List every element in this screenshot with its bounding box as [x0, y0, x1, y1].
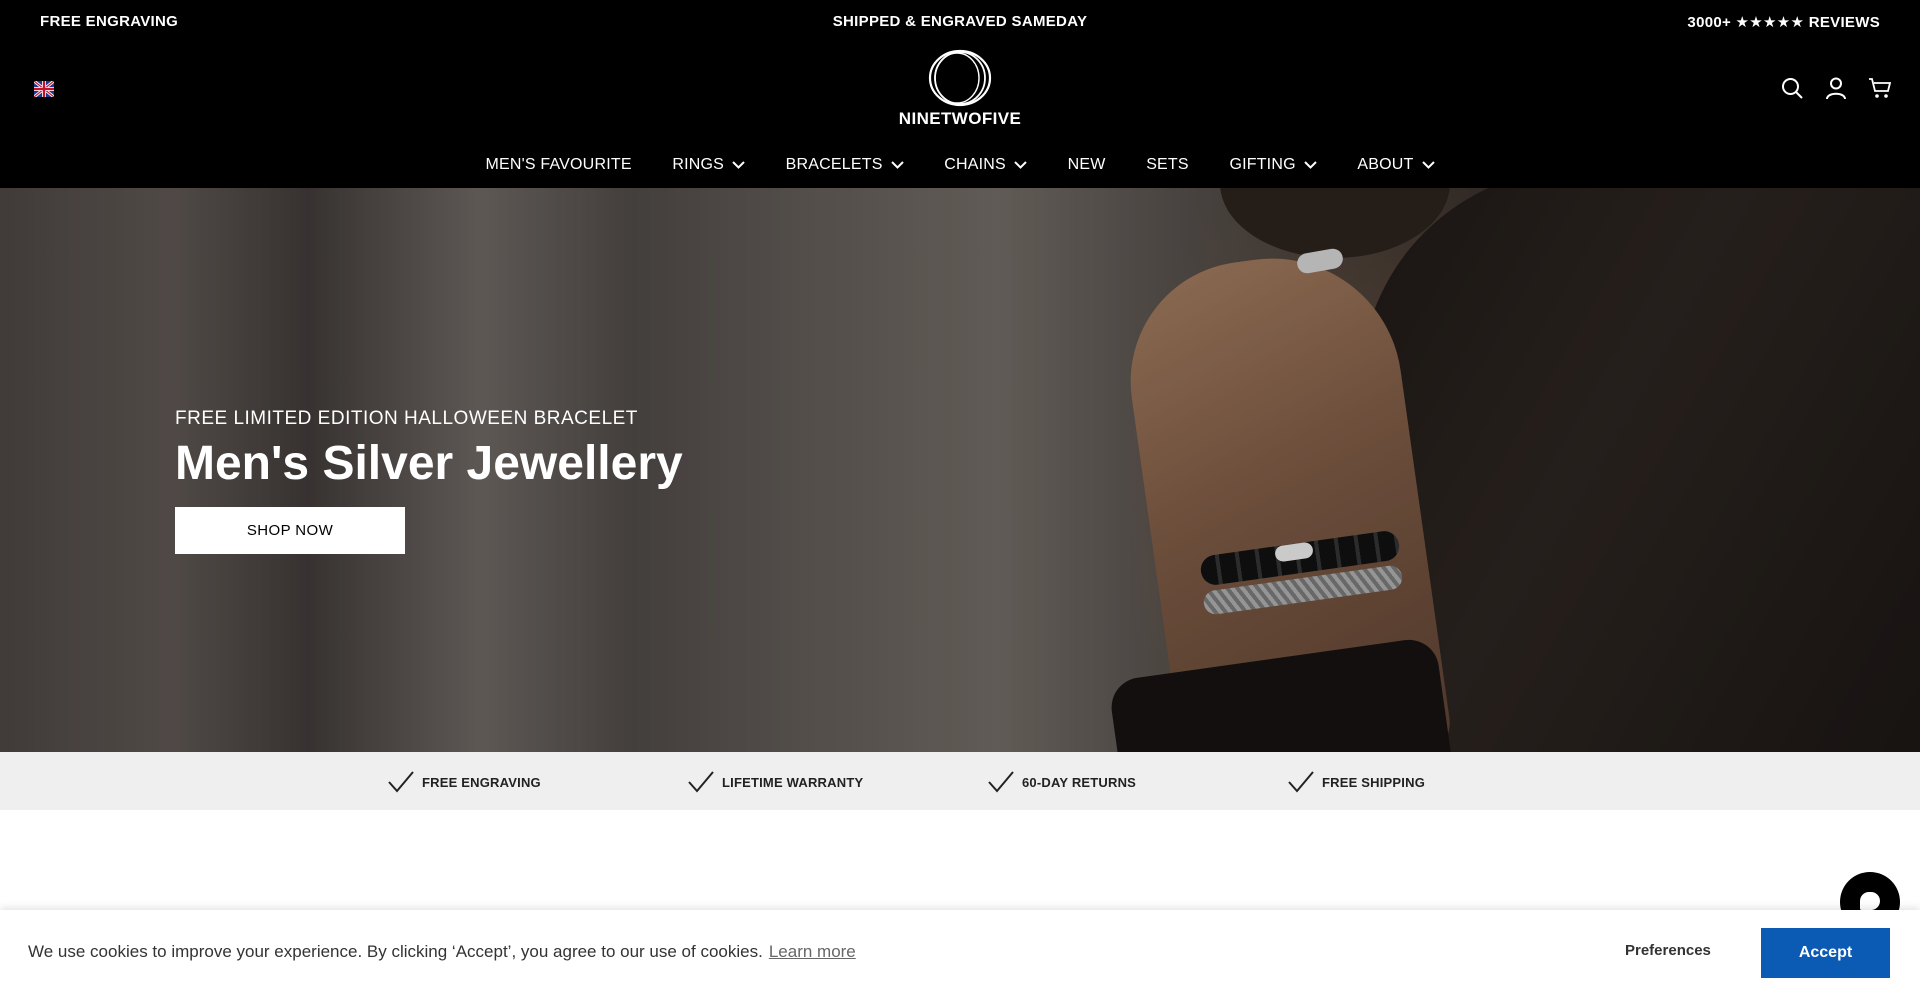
nav-item-about[interactable]: ABOUT — [1357, 156, 1435, 174]
uk-flag-icon[interactable] — [34, 81, 54, 97]
nav-label: NEW — [1067, 156, 1106, 173]
feature-item: FREE SHIPPING — [1288, 771, 1425, 793]
logo-text: NINETWOFIVE — [898, 109, 1022, 128]
chevron-down-icon — [1421, 161, 1435, 169]
feature-label: FREE SHIPPING — [1322, 774, 1426, 790]
announcement-right: 3000+ ★★★★★ REVIEWS — [1687, 14, 1880, 31]
nav-label: RINGS — [672, 156, 725, 173]
nav-item-gifting[interactable]: GIFTING — [1229, 156, 1317, 174]
checkmark-icon — [388, 771, 414, 793]
nav-item-chains[interactable]: CHAINS — [944, 156, 1027, 174]
hero-content: FREE LIMITED EDITION HALLOWEEN BRACELET … — [175, 408, 683, 554]
preferences-button[interactable]: Preferences — [1625, 942, 1711, 959]
nav-item-rings[interactable]: RINGS — [672, 156, 745, 174]
hero-title: Men's Silver Jewellery — [175, 437, 683, 490]
nav-item-bracelets[interactable]: BRACELETS — [786, 156, 904, 174]
logo-rings-icon — [928, 49, 992, 107]
nav-label: CHAINS — [944, 156, 1006, 173]
nav-label: ABOUT — [1357, 156, 1414, 173]
learn-more-link[interactable]: Learn more — [769, 942, 856, 961]
hero-banner: FREE LIMITED EDITION HALLOWEEN BRACELET … — [0, 188, 1920, 752]
main-nav: MEN'S FAVOURITE RINGS BRACELETS CHAINS N… — [0, 156, 1920, 174]
announcement-bar: FREE ENGRAVING SHIPPED & ENGRAVED SAMEDA… — [0, 0, 1920, 43]
hero-kicker: FREE LIMITED EDITION HALLOWEEN BRACELET — [175, 408, 638, 429]
cookie-banner: We use cookies to improve your experienc… — [0, 910, 1920, 993]
chevron-down-icon — [732, 161, 745, 169]
feature-label: FREE ENGRAVING — [422, 774, 541, 790]
nav-label: GIFTING — [1229, 156, 1296, 173]
nav-item-sets[interactable]: SETS — [1146, 156, 1189, 174]
feature-label: LIFETIME WARRANTY — [722, 774, 864, 790]
chat-bubble-icon — [1860, 892, 1880, 910]
nav-label: SETS — [1146, 156, 1189, 173]
announcement-center: SHIPPED & ENGRAVED SAMEDAY — [832, 13, 1088, 30]
shop-now-button[interactable]: SHOP NOW — [175, 506, 405, 554]
chevron-down-icon — [1304, 161, 1317, 169]
nav-item-new[interactable]: NEW — [1068, 156, 1106, 174]
cart-icon[interactable] — [1868, 76, 1892, 100]
cookie-message: We use cookies to improve your experienc… — [28, 942, 856, 962]
site-header: NINETWOFIVE MEN'S FAVOURITE RINGS BRACEL… — [0, 43, 1920, 188]
nav-label: BRACELETS — [785, 156, 883, 173]
accept-button[interactable]: Accept — [1761, 928, 1890, 978]
account-icon[interactable] — [1824, 76, 1848, 100]
features-strip: FREE ENGRAVING LIFETIME WARRANTY 60-DAY … — [0, 752, 1920, 810]
header-icons — [1780, 76, 1892, 100]
checkmark-icon — [988, 771, 1014, 793]
checkmark-icon — [688, 771, 714, 793]
cookie-text: We use cookies to improve your experienc… — [28, 942, 763, 961]
nav-label: MEN'S FAVOURITE — [485, 156, 632, 173]
site-logo[interactable]: NINETWOFIVE — [880, 49, 1040, 137]
chevron-down-icon — [1014, 161, 1027, 169]
feature-item: 60-DAY RETURNS — [988, 771, 1136, 793]
nav-item-mens-favourite[interactable]: MEN'S FAVOURITE — [485, 156, 631, 174]
feature-item: LIFETIME WARRANTY — [688, 771, 863, 793]
chevron-down-icon — [890, 161, 904, 169]
feature-item: FREE ENGRAVING — [388, 771, 541, 793]
search-icon[interactable] — [1780, 76, 1804, 100]
checkmark-icon — [1288, 771, 1314, 793]
feature-label: 60-DAY RETURNS — [1022, 774, 1137, 790]
